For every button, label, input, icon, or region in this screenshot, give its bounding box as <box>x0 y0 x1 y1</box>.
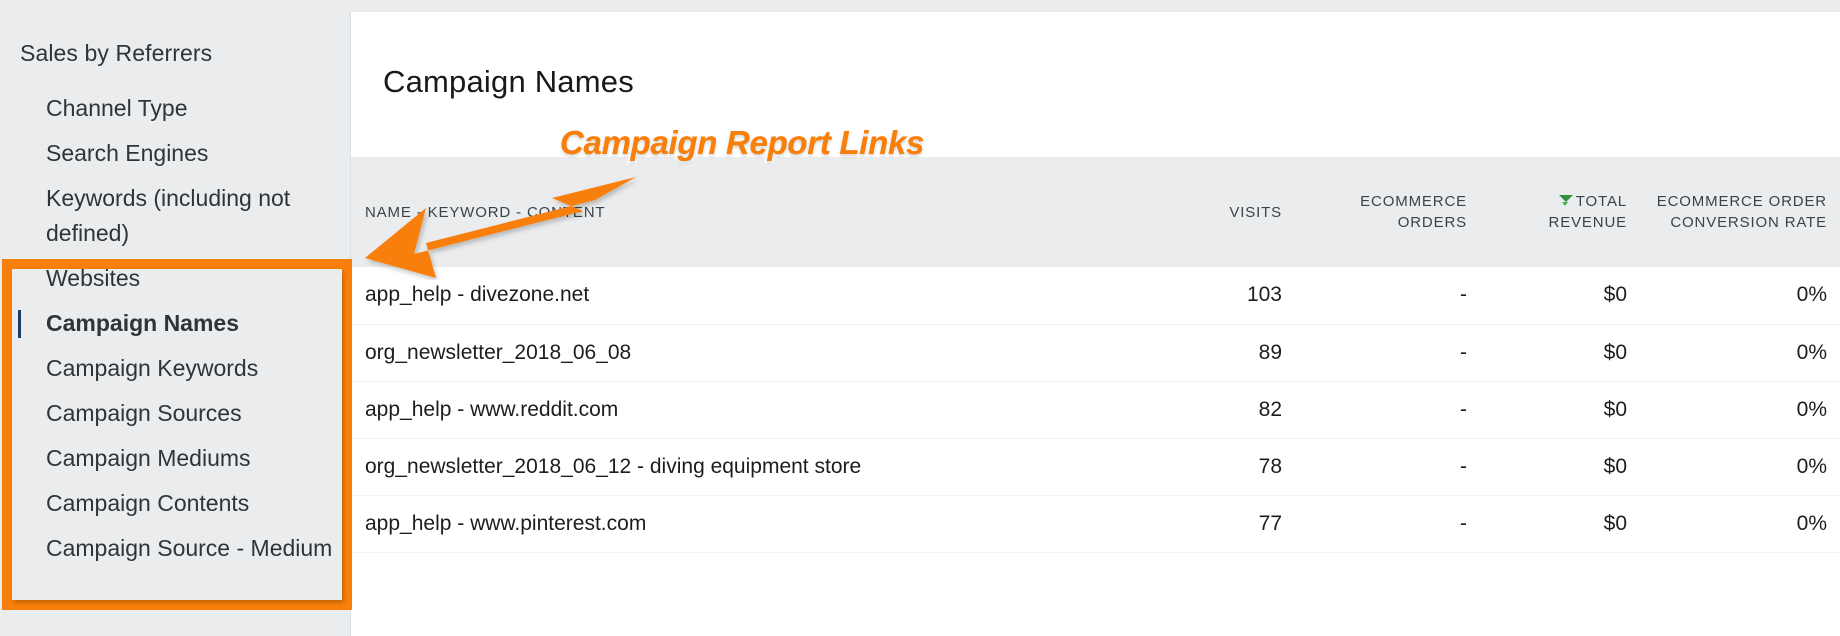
sidebar-item-search-engines[interactable]: Search Engines <box>0 131 350 176</box>
sidebar-item-label: Campaign Names <box>46 310 240 336</box>
table-row[interactable]: org_newsletter_2018_06_08 89 - $0 0% <box>351 324 1840 381</box>
page-title: Campaign Names <box>383 64 634 99</box>
row-visits: 89 <box>1258 340 1282 364</box>
table-body: app_help - divezone.net 103- $0 0% org_newsl… <box>351 267 1840 552</box>
active-indicator <box>18 310 21 338</box>
row-visits: 103 <box>1246 283 1282 307</box>
table-header-row: NAME - KEYWORD - CONTENT VISITS ECOMMERC… <box>351 157 1840 267</box>
row-conversion-rate: 0% <box>1796 511 1827 535</box>
screen: Sales by Referrers Channel Type Search En… <box>0 0 1840 636</box>
main-panel: Campaign Names NAME - KEYWORD - CONTENT … <box>350 12 1840 636</box>
table-row[interactable]: org_newsletter_2018_06_12 - diving equip… <box>351 438 1840 495</box>
table-row[interactable]: app_help - www.pinterest.com 77 - $0 0% <box>351 495 1840 552</box>
row-visits: 82 <box>1258 397 1282 421</box>
annotation-label: Campaign Report Links <box>560 124 925 161</box>
table-header: NAME - KEYWORD - CONTENT VISITS ECOMMERC… <box>351 157 1840 267</box>
column-header-visits[interactable]: VISITS <box>1121 157 1296 267</box>
sidebar-item-label: Search Engines <box>46 140 209 166</box>
row-ecommerce-orders: - <box>1460 511 1467 535</box>
sidebar-item-label: Websites <box>46 265 141 291</box>
column-header-conversion-rate[interactable]: ECOMMERCE ORDER CONVERSION RATE <box>1641 157 1840 267</box>
sidebar-nav-list: Channel Type Search Engines Keywords (incl… <box>0 86 350 571</box>
column-header-total-revenue[interactable]: TOTAL REVENUE <box>1481 157 1641 267</box>
sort-descending-icon <box>1558 194 1573 208</box>
sidebar-item-label: Keywords (including not defined) <box>46 185 291 246</box>
row-name[interactable]: app_help - www.reddit.com <box>351 381 1121 438</box>
sidebar-item-websites[interactable]: Websites <box>0 256 350 301</box>
campaign-names-table: NAME - KEYWORD - CONTENT VISITS ECOMMERC… <box>351 157 1840 553</box>
sidebar-item-campaign-names[interactable]: Campaign Names <box>0 301 350 346</box>
row-total-revenue: $0 <box>1603 454 1627 478</box>
row-total-revenue: $0 <box>1603 397 1627 421</box>
sidebar-item-campaign-mediums[interactable]: Campaign Mediums <box>0 436 350 481</box>
table-row[interactable]: app_help - divezone.net 103 - $0 0% <box>351 267 1840 324</box>
row-name[interactable]: app_help - www.pinterest.com <box>351 495 1121 552</box>
sidebar-item-label: Campaign Contents <box>46 490 250 516</box>
sidebar-item-label: Campaign Keywords <box>46 355 259 381</box>
sidebar-item-label: Campaign Sources <box>46 400 242 426</box>
row-conversion-rate: 0% <box>1796 397 1827 421</box>
sidebar-item-label: Campaign Source - Medium <box>46 535 333 561</box>
sidebar-item-keywords-including-not-defined[interactable]: Keywords (including not defined) <box>0 176 350 256</box>
sidebar-item-label: Campaign Mediums <box>46 445 251 471</box>
row-conversion-rate: 0% <box>1796 283 1827 307</box>
sidebar-item-label: Channel Type <box>46 95 188 121</box>
sidebar-section-title: Sales by Referrers <box>20 40 213 66</box>
sidebar-item-campaign-sources[interactable]: Campaign Sources <box>0 391 350 436</box>
row-visits: 78 <box>1258 454 1282 478</box>
row-ecommerce-orders: - <box>1460 397 1467 421</box>
row-name[interactable]: org_newsletter_2018_06_12 - diving equip… <box>351 438 1121 495</box>
table-row[interactable]: app_help - www.reddit.com 82 - $0 0% <box>351 381 1840 438</box>
row-name[interactable]: org_newsletter_2018_06_08 <box>351 324 1121 381</box>
row-ecommerce-orders: - <box>1460 340 1467 364</box>
column-header-name[interactable]: NAME - KEYWORD - CONTENT <box>351 157 1121 267</box>
column-header-ecommerce-orders[interactable]: ECOMMERCE ORDERS <box>1296 157 1481 267</box>
row-total-revenue: $0 <box>1603 511 1627 535</box>
sidebar-item-channel-type[interactable]: Channel Type <box>0 86 350 131</box>
row-name[interactable]: app_help - divezone.net <box>351 267 1121 324</box>
sidebar-item-campaign-contents[interactable]: Campaign Contents <box>0 481 350 526</box>
row-conversion-rate: 0% <box>1796 454 1827 478</box>
row-ecommerce-orders: - <box>1460 283 1467 307</box>
sidebar-item-campaign-source-medium[interactable]: Campaign Source - Medium <box>0 526 350 571</box>
row-total-revenue: $0 <box>1603 340 1627 364</box>
row-conversion-rate: 0% <box>1796 340 1827 364</box>
row-visits: 77 <box>1258 511 1282 535</box>
row-total-revenue: $0 <box>1603 283 1627 307</box>
sidebar-item-campaign-keywords[interactable]: Campaign Keywords <box>0 346 350 391</box>
row-ecommerce-orders: - <box>1460 454 1467 478</box>
sidebar: Sales by Referrers Channel Type Search En… <box>0 0 350 636</box>
